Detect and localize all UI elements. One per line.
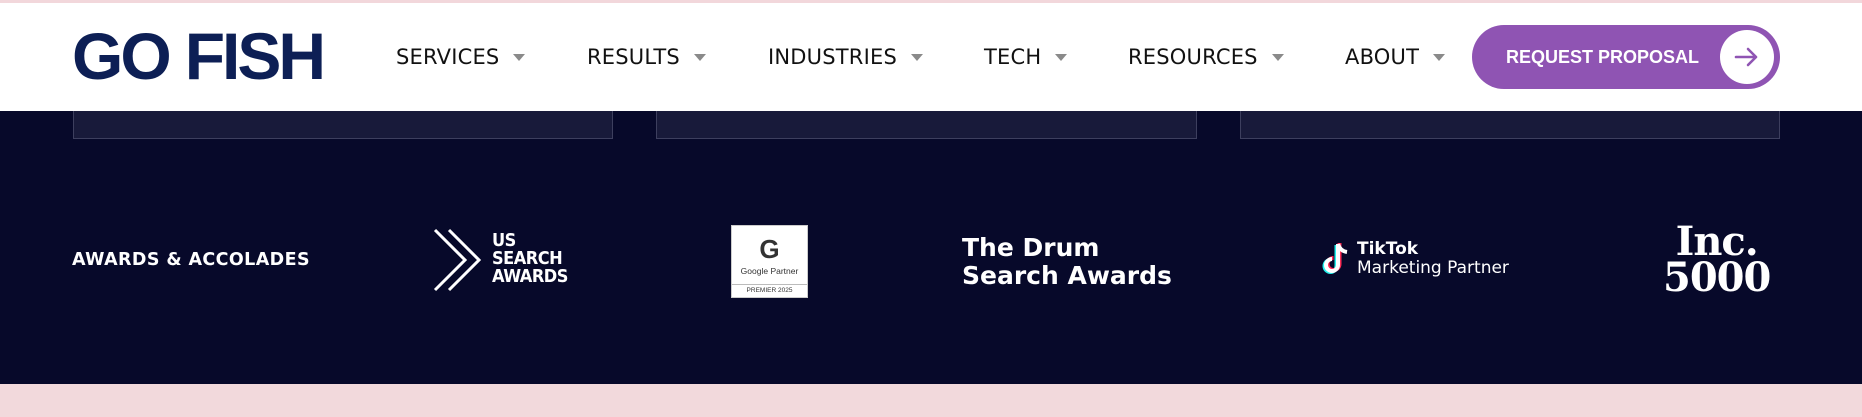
nav-label: SERVICES [396, 45, 500, 69]
logo-word-go: GO [72, 19, 172, 93]
caret-down-icon [513, 53, 526, 61]
request-proposal-button[interactable]: REQUEST PROPOSAL [1472, 25, 1780, 89]
nav-label: RESULTS [587, 45, 680, 69]
next-section-edge [0, 384, 1862, 417]
google-partner-tier: PREMIER 2025 [732, 284, 807, 297]
awards-band [0, 111, 1862, 384]
nav-item-tech[interactable]: TECH [984, 3, 1068, 111]
tiktok-brand: TikTok [1357, 239, 1419, 259]
us-search-awards-logo: US SEARCH AWARDS [429, 226, 579, 296]
nav-label: ABOUT [1345, 45, 1420, 69]
google-partner-label: Google Partner [740, 266, 799, 276]
caret-down-icon [693, 53, 706, 61]
caret-down-icon [910, 53, 923, 61]
nav-label: TECH [984, 45, 1042, 69]
awards-heading: AWARDS & ACCOLADES [72, 250, 310, 270]
nav-item-resources[interactable]: RESOURCES [1128, 3, 1284, 111]
drum-line: The Drum [962, 233, 1100, 262]
inc-5000-logo: Inc. 5000 [1663, 222, 1771, 301]
caret-down-icon [1433, 53, 1446, 61]
google-partner-badge: G Google Partner PREMIER 2025 [731, 225, 808, 298]
cta-label: REQUEST PROPOSAL [1506, 46, 1700, 67]
nav-item-industries[interactable]: INDUSTRIES [768, 3, 923, 111]
the-drum-search-awards-logo: The Drum Search Awards [962, 234, 1172, 290]
tiktok-tagline: Marketing Partner [1357, 258, 1509, 278]
caret-down-icon [1271, 53, 1284, 61]
site-header: GO FISH SERVICES RESULTS INDUSTRIES TECH… [0, 3, 1862, 111]
us-search-awards-line: AWARDS [492, 266, 568, 287]
content-card-bottom [656, 111, 1197, 139]
caret-down-icon [1055, 53, 1068, 61]
nav-label: RESOURCES [1128, 45, 1258, 69]
tiktok-note-icon [1321, 240, 1353, 278]
nav-item-results[interactable]: RESULTS [587, 3, 706, 111]
drum-line: Search Awards [962, 261, 1172, 290]
content-card-bottom [1240, 111, 1780, 139]
google-g-icon: G [759, 234, 780, 264]
inc-line: 5000 [1663, 254, 1771, 301]
arrow-right-icon [1720, 30, 1774, 84]
go-fish-logo[interactable]: GO FISH [72, 23, 326, 89]
tiktok-marketing-partner-logo: TikTok Marketing Partner [1321, 240, 1509, 278]
nav-label: INDUSTRIES [768, 45, 897, 69]
logo-word-fish: FISH [184, 19, 326, 93]
nav-item-about[interactable]: ABOUT [1345, 3, 1446, 111]
nav-item-services[interactable]: SERVICES [396, 3, 526, 111]
content-card-bottom [73, 111, 613, 139]
